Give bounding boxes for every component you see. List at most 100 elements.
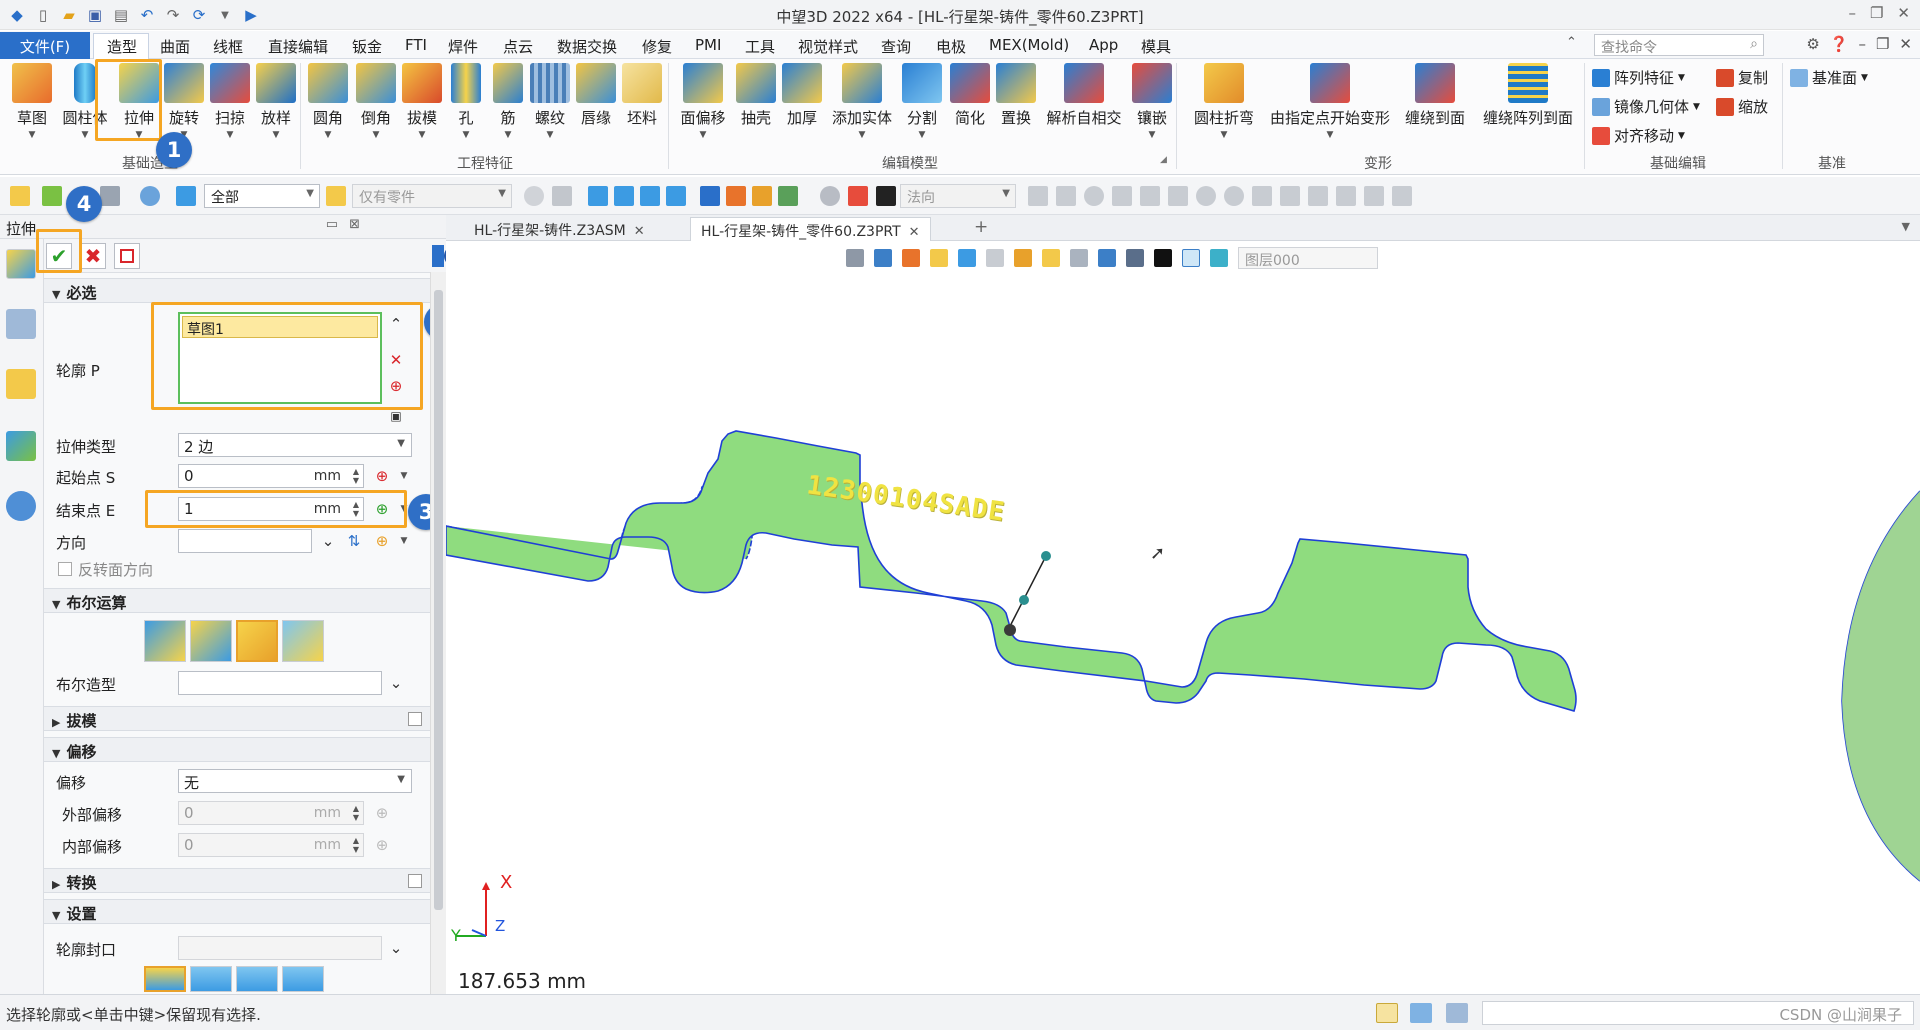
line-icon[interactable] (1140, 186, 1160, 206)
diagonal-icon[interactable] (1168, 186, 1188, 206)
draft-button[interactable]: 拔模 ▼ (402, 63, 442, 140)
doc-minimize-icon[interactable]: – (1858, 35, 1866, 53)
search-icon[interactable]: ⌕ (1750, 36, 1758, 52)
emboss-button[interactable]: 镶嵌 ▼ (1130, 63, 1174, 140)
layer-icon[interactable] (726, 186, 746, 206)
tab-close-icon[interactable]: ✕ (634, 224, 645, 239)
layers-icon[interactable] (1392, 186, 1412, 206)
reverse-direction-icon[interactable]: ⇅ (344, 531, 364, 551)
menu-app[interactable]: App (1089, 34, 1118, 58)
stock-button[interactable]: 坯料 (622, 63, 662, 128)
menu-surface[interactable]: 曲面 (160, 34, 190, 58)
minimize-icon[interactable]: – (1848, 4, 1856, 22)
status-monitor-icon[interactable] (1410, 1003, 1432, 1023)
menu-data-exchange[interactable]: 数据交换 (557, 34, 617, 58)
menu-tools[interactable]: 工具 (745, 34, 775, 58)
align-right-icon[interactable] (640, 186, 660, 206)
menu-wireframe[interactable]: 线框 (213, 34, 243, 58)
tab-assembly[interactable]: HL-行星架-铸件.Z3ASM ✕ (464, 217, 655, 241)
magnet-icon[interactable] (848, 186, 868, 206)
thicken-button[interactable]: 加厚 (782, 63, 822, 128)
wave-icon[interactable] (1280, 186, 1300, 206)
cap-option-icon[interactable] (282, 966, 324, 992)
reverse-face-checkbox[interactable] (58, 562, 72, 576)
menu-electrode[interactable]: 电极 (936, 34, 966, 58)
menu-file[interactable]: 文件(F) (0, 32, 90, 59)
tangent-icon[interactable] (1336, 186, 1356, 206)
history-tab-icon[interactable] (6, 309, 36, 339)
play-icon[interactable] (1084, 186, 1104, 206)
inner-offset-pick-icon[interactable]: ⊕ (372, 835, 392, 855)
apply-button[interactable] (114, 243, 140, 269)
inner-offset-input[interactable]: 0 mm ▲ ▼ (178, 833, 364, 857)
panel-close-icon[interactable]: ⊠ (349, 217, 360, 232)
section-offset[interactable]: ▼ 偏移 (44, 737, 430, 762)
distribute-icon[interactable] (666, 186, 686, 206)
boolean-remove-icon[interactable] (236, 620, 278, 662)
cursor-icon[interactable] (700, 186, 720, 206)
image-icon[interactable] (778, 186, 798, 206)
menu-weldment[interactable]: 焊件 (448, 34, 478, 58)
arc-icon[interactable] (1308, 186, 1328, 206)
transform-checkbox[interactable] (408, 874, 422, 888)
mirror-geometry-button[interactable]: 镜像几何体 ▼ (1592, 96, 1700, 117)
menu-visual-style[interactable]: 视觉样式 (798, 34, 858, 58)
fillet-button[interactable]: 圆角 ▼ (308, 63, 348, 140)
pointer-icon[interactable] (1028, 186, 1048, 206)
direction-select[interactable]: 法向 ▼ (900, 184, 1016, 208)
panel-scrollbar[interactable] (430, 272, 446, 994)
menu-query[interactable]: 查询 (881, 34, 911, 58)
face-offset-button[interactable]: 面偏移 ▼ (678, 63, 728, 140)
panel-minimize-icon[interactable]: ▭ (326, 217, 338, 232)
menu-sheet-metal[interactable]: 钣金 (352, 34, 382, 58)
menu-mold[interactable]: 模具 (1141, 34, 1171, 58)
curve-icon[interactable] (1252, 186, 1272, 206)
filter-icon[interactable] (176, 186, 196, 206)
offset-select[interactable]: 无 ▼ (178, 769, 412, 793)
black-square-icon[interactable] (876, 186, 896, 206)
tab-list-icon[interactable]: ▼ (1902, 220, 1910, 233)
wrap-pattern-button[interactable]: 缠绕阵列到面 (1478, 63, 1578, 128)
start-point-input[interactable]: 0 mm ▲ ▼ (178, 464, 364, 488)
extrude-handle[interactable] (998, 550, 1058, 640)
section-boolean[interactable]: ▼ 布尔运算 (44, 588, 430, 613)
direction-expand-icon[interactable]: ⌄ (318, 531, 338, 551)
profile-cap-expand-icon[interactable]: ⌄ (386, 938, 406, 958)
boolean-shape-input[interactable] (178, 671, 382, 695)
sketch-button[interactable]: 草图 ▼ (10, 63, 54, 140)
section-settings[interactable]: ▼ 设置 (44, 899, 430, 924)
direction-dropdown-icon[interactable]: ▼ (394, 531, 414, 551)
wrap-to-face-button[interactable]: 缠绕到面 (1400, 63, 1470, 128)
boolean-expand-icon[interactable]: ⌄ (386, 673, 406, 693)
boolean-add-icon[interactable] (190, 620, 232, 662)
circle-icon[interactable] (1224, 186, 1244, 206)
panel-scrollbar-thumb[interactable] (434, 290, 443, 910)
tab-part[interactable]: HL-行星架-铸件_零件60.Z3PRT ✕ (690, 217, 931, 241)
points-icon[interactable] (1112, 186, 1132, 206)
cap-option-icon[interactable] (236, 966, 278, 992)
lasso-icon[interactable] (140, 186, 160, 206)
align-center-icon[interactable] (614, 186, 634, 206)
direction-pick-icon[interactable]: ⊕ (372, 531, 392, 551)
gear-icon[interactable] (1056, 186, 1076, 206)
add-solid-button[interactable]: 添加实体 ▼ (830, 63, 894, 140)
extrude-type-select[interactable]: 2 边 ▼ (178, 433, 412, 457)
user-tab-icon[interactable] (6, 491, 36, 521)
menu-point-cloud[interactable]: 点云 (503, 34, 533, 58)
profile-cap-input[interactable] (178, 936, 382, 960)
status-list-icon[interactable] (1446, 1003, 1468, 1023)
view-tab-icon[interactable] (6, 431, 36, 461)
tab-close-icon[interactable]: ✕ (909, 225, 920, 240)
menu-pmi[interactable]: PMI (695, 34, 721, 58)
hole-button[interactable]: 孔 ▼ (448, 63, 484, 140)
group-expand-icon[interactable]: ◢ (1160, 155, 1167, 165)
boolean-base-icon[interactable] (144, 620, 186, 662)
pattern-feature-button[interactable]: 阵列特征 ▼ (1592, 67, 1685, 88)
menu-direct-edit[interactable]: 直接编辑 (268, 34, 328, 58)
shell-button[interactable]: 抽壳 (736, 63, 776, 128)
part-only-select[interactable]: 仅有零件 ▼ (352, 184, 512, 208)
section-required[interactable]: ▼ 必选 (44, 278, 430, 303)
chamfer-button[interactable]: 倒角 ▼ (356, 63, 396, 140)
loft-button[interactable]: 放样 ▼ (256, 63, 296, 140)
filter-all-select[interactable]: 全部 ▼ (204, 184, 320, 208)
